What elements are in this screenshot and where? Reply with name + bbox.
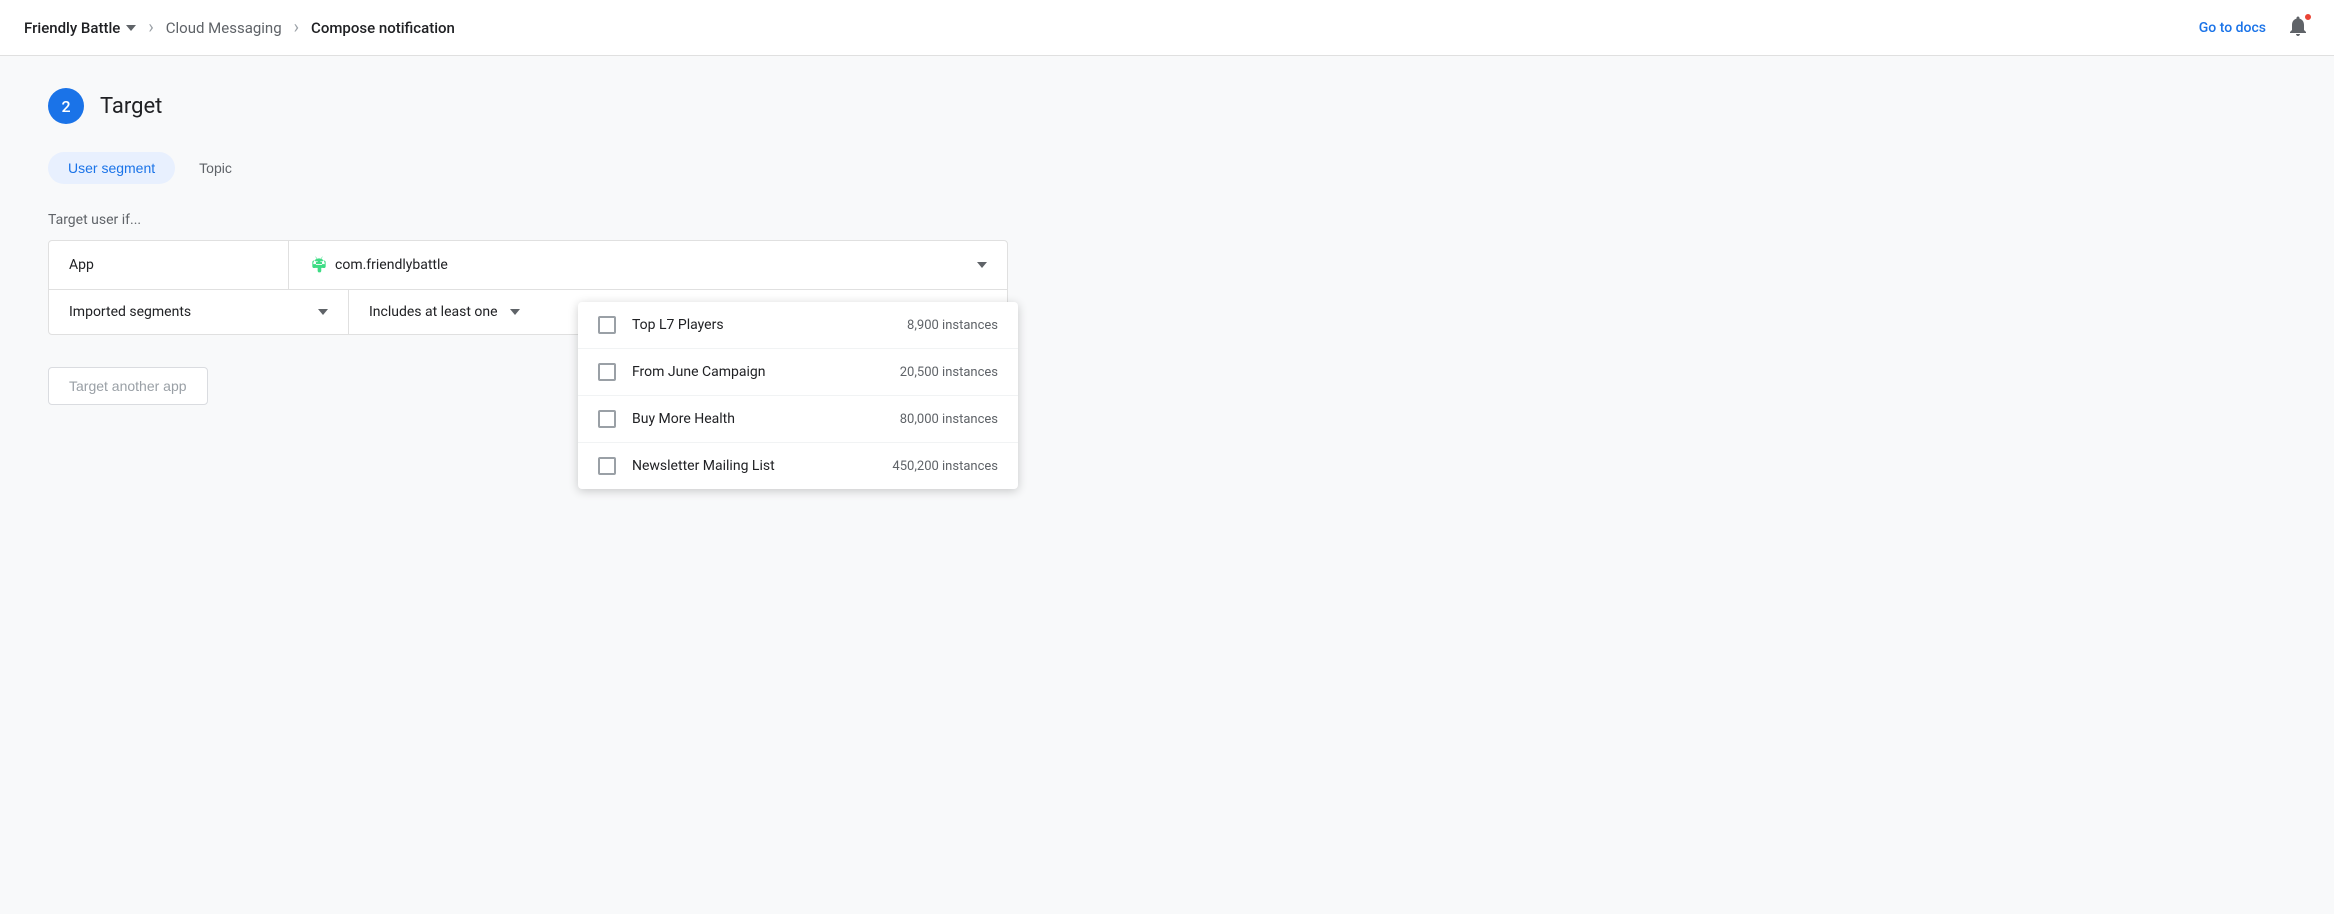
table-row-app: App com.friendlybattle bbox=[49, 241, 1007, 290]
page-content: 2 Target User segment Topic Target user … bbox=[0, 56, 1100, 437]
dropdown-item-buy-more-health[interactable]: Buy More Health 80,000 instances bbox=[578, 396, 1018, 443]
segments-label-cell[interactable]: Imported segments bbox=[49, 290, 349, 334]
nav-current-page: Compose notification bbox=[311, 19, 455, 37]
dropdown-item-june-campaign[interactable]: From June Campaign 20,500 instances bbox=[578, 349, 1018, 396]
topnav-left: Friendly Battle › Cloud Messaging › Comp… bbox=[24, 17, 455, 38]
dropdown-item-top-l7[interactable]: Top L7 Players 8,900 instances bbox=[578, 302, 1018, 349]
tabs-container: User segment Topic bbox=[48, 152, 1052, 184]
app-name-chevron-icon bbox=[126, 25, 136, 31]
dropdown-item-count-june-campaign: 20,500 instances bbox=[900, 365, 998, 380]
tab-user-segment[interactable]: User segment bbox=[48, 152, 175, 184]
includes-label-text: Includes at least one bbox=[369, 304, 498, 320]
target-user-label: Target user if... bbox=[48, 212, 1052, 228]
app-dropdown-label-row: com.friendlybattle bbox=[309, 255, 448, 275]
app-row-label: App bbox=[49, 241, 289, 289]
app-value-text: com.friendlybattle bbox=[335, 257, 448, 273]
section-title: Target bbox=[100, 94, 162, 119]
checkbox-june-campaign[interactable] bbox=[598, 363, 616, 381]
tab-topic[interactable]: Topic bbox=[179, 152, 252, 184]
dropdown-item-name-june-campaign: From June Campaign bbox=[632, 364, 884, 380]
includes-dropdown-arrow-icon bbox=[510, 309, 520, 315]
checkbox-buy-more-health[interactable] bbox=[598, 410, 616, 428]
app-name-dropdown[interactable]: Friendly Battle bbox=[24, 19, 136, 37]
checkbox-top-l7[interactable] bbox=[598, 316, 616, 334]
dropdown-item-count-top-l7: 8,900 instances bbox=[907, 318, 998, 333]
dropdown-item-count-buy-more-health: 80,000 instances bbox=[900, 412, 998, 427]
dropdown-item-name-buy-more-health: Buy More Health bbox=[632, 411, 884, 427]
dropdown-item-name-top-l7: Top L7 Players bbox=[632, 317, 891, 333]
checkbox-newsletter[interactable] bbox=[598, 457, 616, 475]
nav-cloud-messaging[interactable]: Cloud Messaging bbox=[166, 19, 282, 37]
topnav: Friendly Battle › Cloud Messaging › Comp… bbox=[0, 0, 2334, 56]
app-dropdown-arrow-icon bbox=[977, 262, 987, 268]
nav-separator-2: › bbox=[294, 17, 299, 38]
target-another-app-button[interactable]: Target another app bbox=[48, 367, 208, 405]
segments-dropdown-menu: Top L7 Players 8,900 instances From June… bbox=[578, 302, 1018, 489]
segments-label-text: Imported segments bbox=[69, 304, 191, 320]
step-badge: 2 bbox=[48, 88, 84, 124]
app-name-label: Friendly Battle bbox=[24, 19, 120, 37]
notification-badge bbox=[2303, 12, 2313, 22]
go-to-docs-link[interactable]: Go to docs bbox=[2199, 20, 2266, 36]
notifications-bell[interactable] bbox=[2286, 14, 2310, 42]
dropdown-item-newsletter[interactable]: Newsletter Mailing List 450,200 instance… bbox=[578, 443, 1018, 489]
segments-dropdown-arrow-icon bbox=[318, 309, 328, 315]
dropdown-item-name-newsletter: Newsletter Mailing List bbox=[632, 458, 876, 474]
topnav-right: Go to docs bbox=[2199, 14, 2310, 42]
nav-separator-1: › bbox=[148, 17, 153, 38]
app-row-value[interactable]: com.friendlybattle bbox=[289, 241, 1007, 289]
section-header: 2 Target bbox=[48, 88, 1052, 124]
dropdown-item-count-newsletter: 450,200 instances bbox=[892, 459, 998, 474]
android-icon bbox=[309, 255, 329, 275]
app-dropdown[interactable]: com.friendlybattle bbox=[309, 255, 987, 275]
